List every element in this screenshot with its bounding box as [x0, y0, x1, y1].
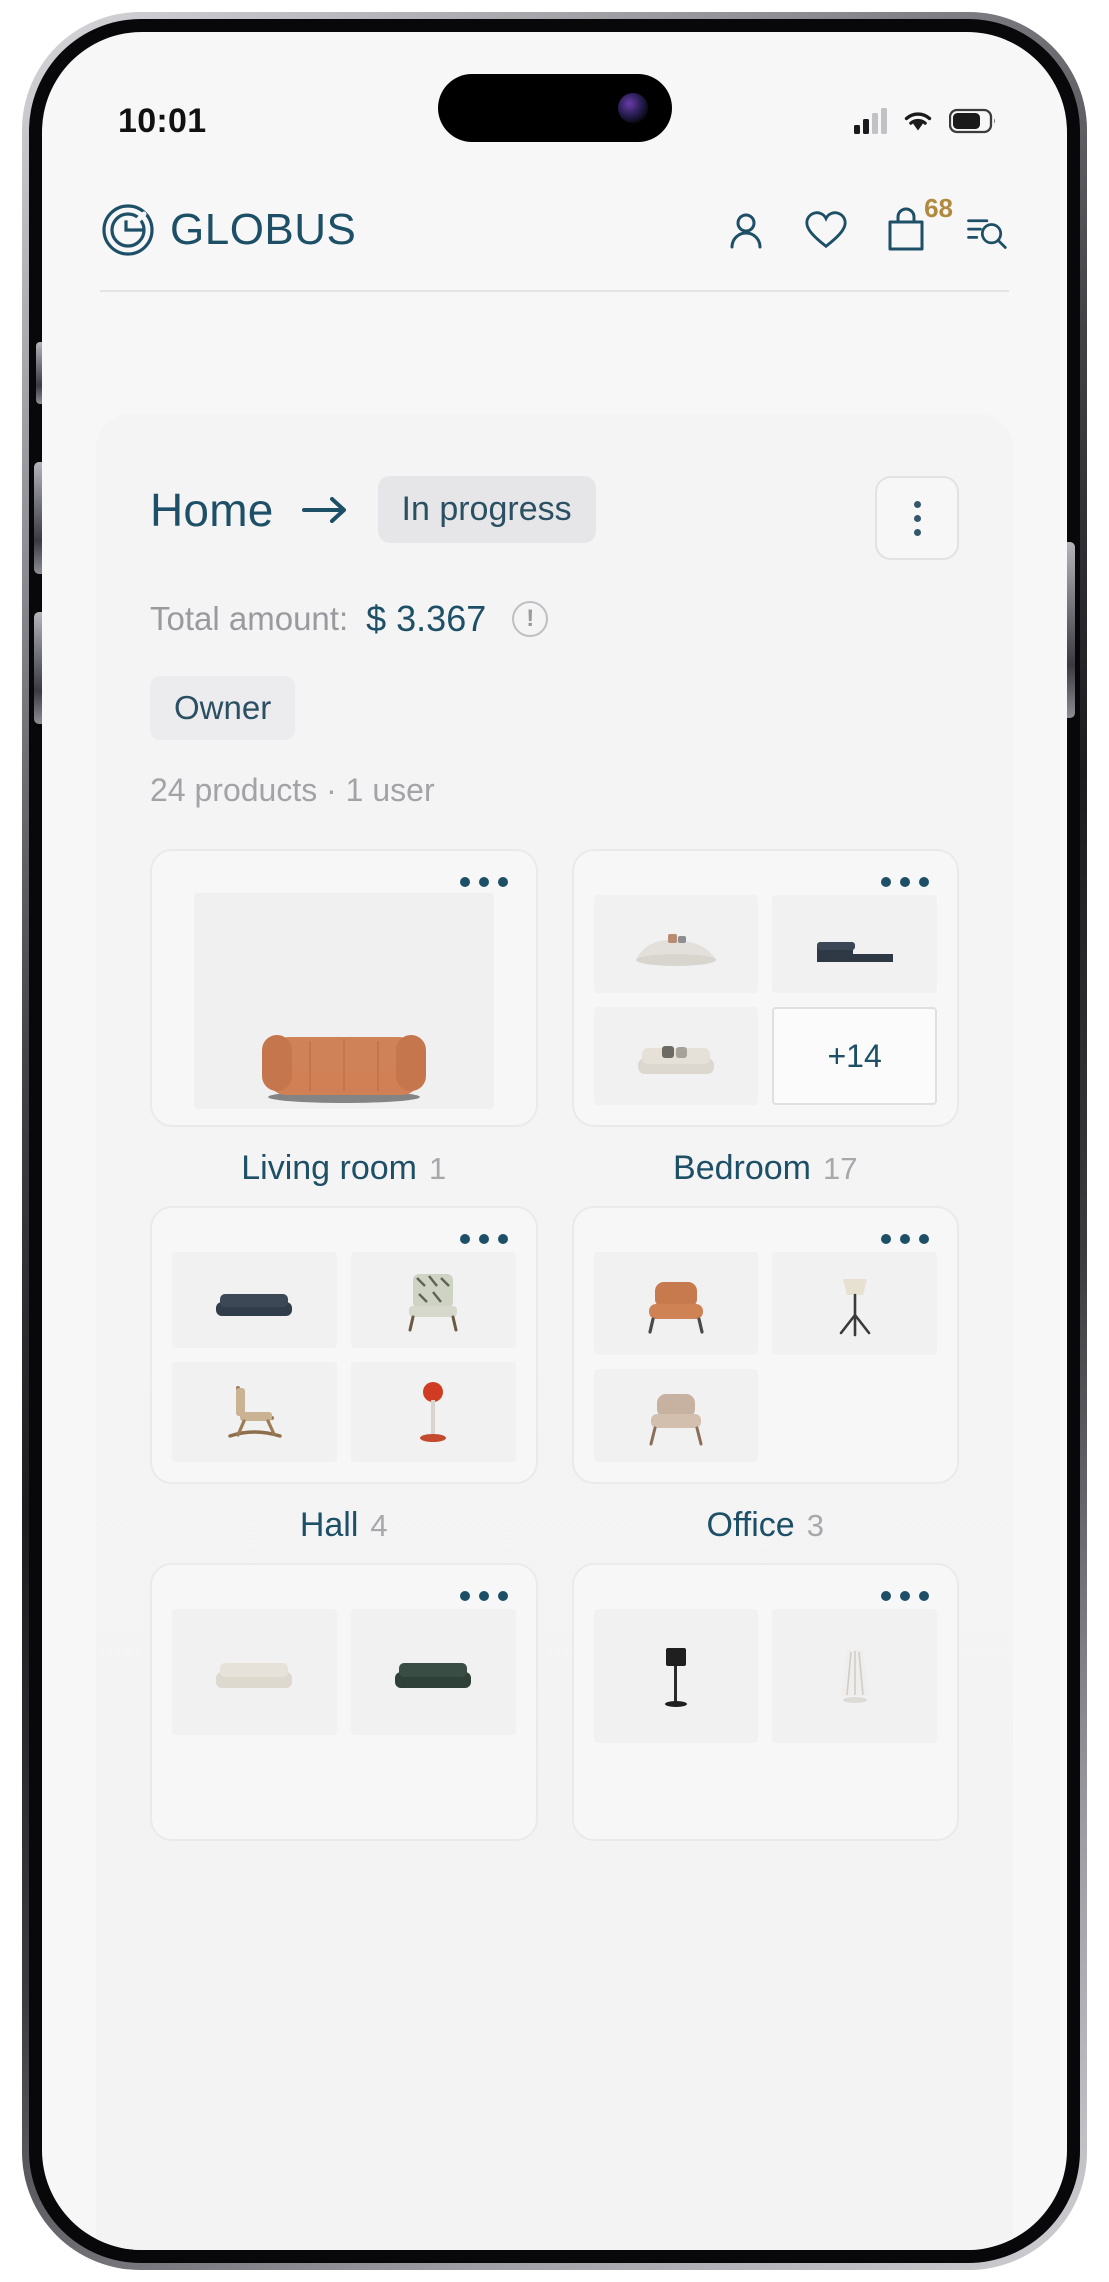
project-title-group: Home In progress: [150, 476, 596, 543]
info-circle-icon[interactable]: !: [512, 601, 549, 637]
room-card[interactable]: [150, 1206, 538, 1484]
phone-frame: 10:01 GLOBUS 68 Home In progress Total a…: [22, 12, 1087, 2270]
room-preview-image: [194, 893, 494, 1109]
product-thumb-dark-green-sofa: [350, 1609, 516, 1735]
room-preview-grid: [170, 1250, 518, 1466]
phone-bezel: 10:01 GLOBUS 68 Home In progress Total a…: [29, 19, 1080, 2263]
product-thumb-wooden-rocking-chair: [172, 1362, 337, 1462]
header-divider: [100, 290, 1009, 292]
room-count: 3: [806, 1508, 824, 1543]
kebab-menu-icon[interactable]: [170, 1579, 518, 1607]
kebab-menu-icon[interactable]: [592, 1579, 940, 1607]
kebab-menu-icon[interactable]: [592, 865, 940, 893]
header-row: GLOBUS 68: [100, 184, 1009, 276]
app-header: GLOBUS 68: [42, 162, 1067, 292]
page-title[interactable]: Home: [150, 483, 274, 537]
front-camera-icon: [617, 93, 648, 123]
globus-logo-icon: [100, 202, 156, 258]
room-name: Office: [706, 1506, 795, 1544]
product-thumb-beige-lounge-chair: [593, 1369, 759, 1462]
brand-name: GLOBUS: [170, 205, 357, 254]
room-label: Bedroom 17: [572, 1149, 960, 1188]
product-thumb-patterned-armchair: [350, 1252, 516, 1348]
battery-icon: [949, 108, 997, 134]
room-label: Office 3: [572, 1506, 960, 1545]
brand-logo[interactable]: GLOBUS: [100, 202, 356, 258]
room-cell-living-room[interactable]: Living room 1: [150, 849, 538, 1188]
room-card[interactable]: [150, 1563, 538, 1841]
more-items-tile[interactable]: +14: [772, 1007, 937, 1105]
project-meta: 24 products · 1 user: [150, 772, 435, 808]
product-thumb-empty: [594, 1757, 759, 1819]
dynamic-island: [437, 74, 672, 142]
rooms-grid: Living room 1 +14 Bedroom 17 Hall 4 Offi…: [150, 849, 959, 1841]
product-thumb-beige-sofa: [593, 1007, 759, 1105]
phone-screen: 10:01 GLOBUS 68 Home In progress Total a…: [42, 32, 1067, 2250]
cart-badge: 68: [924, 193, 953, 223]
kebab-menu-icon[interactable]: [592, 1222, 940, 1250]
project-card: Home In progress Total amount: $ 3.367 !…: [96, 414, 1013, 2250]
product-thumb-navy-sofa: [172, 1252, 337, 1348]
room-count: 1: [429, 1151, 447, 1186]
room-name: Hall: [299, 1506, 359, 1544]
role-badge: Owner: [150, 676, 296, 740]
status-time: 10:01: [118, 101, 207, 140]
arrow-right-icon: [300, 493, 352, 527]
filter-search-icon[interactable]: [963, 207, 1009, 253]
room-preview-grid: [592, 1250, 940, 1466]
room-card[interactable]: [571, 1563, 959, 1841]
kebab-menu-icon[interactable]: [170, 865, 518, 893]
room-preview-grid: [592, 1607, 940, 1823]
product-thumb-navy-sectional-sofa: [772, 895, 937, 993]
cellular-signal-icon: [854, 108, 887, 134]
product-thumb-empty: [351, 1749, 516, 1819]
room-cell-office[interactable]: Office 3: [571, 1206, 960, 1545]
kebab-menu-icon[interactable]: [170, 1222, 518, 1250]
header-actions: 68: [723, 193, 1009, 253]
favorites-heart-icon[interactable]: [803, 207, 849, 253]
room-card[interactable]: [571, 1206, 959, 1484]
room-count: 17: [822, 1151, 858, 1186]
room-cell-next-2[interactable]: [571, 1563, 959, 1841]
product-thumb-cream-curved-sofa: [593, 895, 759, 993]
status-badge[interactable]: In progress: [377, 476, 596, 543]
product-thumb-orange-armchair: [593, 1252, 759, 1355]
product-thumb-empty: [772, 1757, 937, 1819]
total-amount-value: $ 3.367: [366, 598, 487, 639]
room-name: Living room: [241, 1149, 417, 1187]
room-preview-grid: [170, 1607, 518, 1823]
product-thumb-tripod-floor-lamp: [772, 1252, 937, 1355]
account-icon[interactable]: [723, 207, 769, 253]
project-title-row: Home In progress: [150, 476, 959, 560]
shopping-bag-icon[interactable]: 68: [883, 193, 953, 253]
room-name: Bedroom: [673, 1149, 811, 1187]
room-label: Hall 4: [150, 1506, 538, 1545]
room-cell-bedroom[interactable]: +14 Bedroom 17: [571, 849, 960, 1188]
product-thumb-white-pleated-lamp: [772, 1609, 937, 1743]
room-preview-grid: +14: [592, 893, 940, 1109]
kebab-menu-icon[interactable]: [875, 476, 959, 560]
room-label: Living room 1: [150, 1149, 538, 1188]
status-icons: [854, 108, 1011, 134]
total-amount-label: Total amount:: [150, 600, 349, 637]
product-thumb-empty: [772, 1369, 937, 1462]
room-cell-next-1[interactable]: [150, 1563, 538, 1841]
product-thumb-cream-sofa: [172, 1609, 337, 1735]
wifi-icon: [901, 108, 935, 134]
power-button[interactable]: [1066, 542, 1075, 718]
room-count: 4: [370, 1508, 388, 1543]
product-thumb-red-floor-lamp: [350, 1362, 516, 1462]
total-amount-row: Total amount: $ 3.367 !: [150, 598, 959, 640]
room-card[interactable]: +14: [571, 849, 959, 1127]
room-card[interactable]: [150, 849, 538, 1127]
product-thumb-empty: [172, 1749, 337, 1819]
room-cell-hall[interactable]: Hall 4: [150, 1206, 538, 1545]
product-thumb-black-floor-lamp: [593, 1609, 759, 1743]
